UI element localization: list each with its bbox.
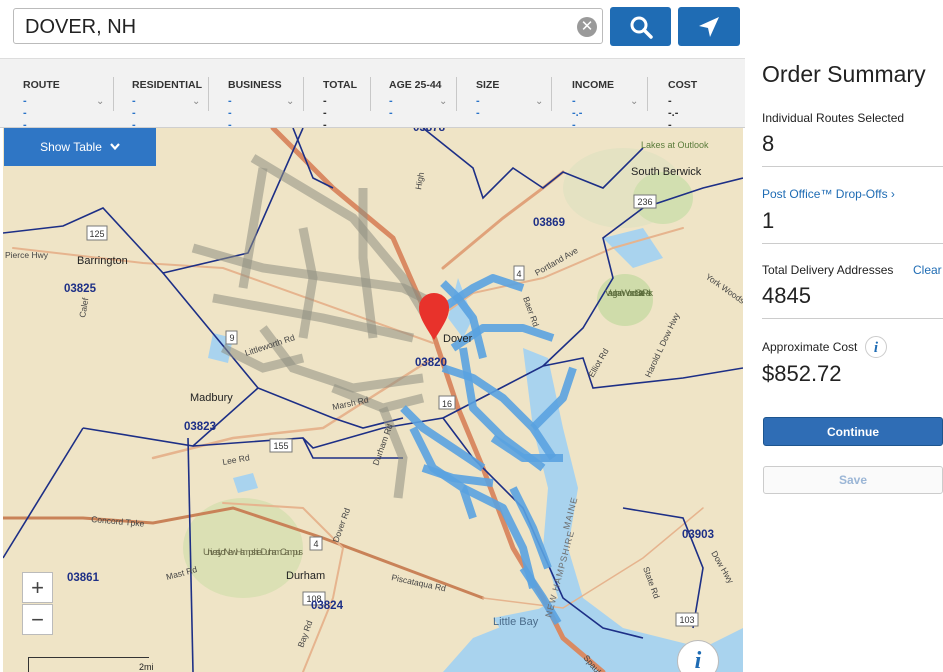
divider — [370, 77, 371, 111]
clear-search-icon[interactable]: ✕ — [577, 17, 597, 37]
zoom-out-button[interactable]: − — [22, 604, 53, 635]
map-view[interactable]: 125 4 9 16 155 4 108 236 103 South Berwi… — [3, 128, 743, 672]
filter-business-value: --- — [228, 95, 232, 131]
order-summary-panel: Order Summary Individual Routes Selected… — [745, 0, 943, 672]
routes-selected-value: 8 — [762, 131, 775, 156]
delivery-addresses-label: Total Delivery Addresses — [762, 263, 894, 277]
route-shield-label: 125 — [89, 229, 104, 239]
chevron-down-icon: ⌄ — [192, 96, 201, 107]
route-shield-label: 103 — [679, 615, 694, 625]
filter-income-value: --.-- — [572, 95, 583, 131]
zip-label: 03823 — [184, 421, 216, 433]
route-shield-label: 155 — [273, 441, 288, 451]
order-summary-title: Order Summary — [762, 61, 926, 87]
locate-me-button[interactable] — [678, 7, 740, 46]
filter-age-value: -- — [389, 95, 393, 119]
chevron-down-icon — [110, 143, 120, 151]
filter-bar: ROUTE --- ⌄ RESIDENTIAL --- ⌄ BUSINESS -… — [0, 58, 745, 131]
divider — [762, 318, 943, 319]
zip-label: 03878 — [413, 128, 446, 134]
filter-size-value: -- — [476, 95, 480, 119]
filter-cost-label: COST — [668, 79, 698, 91]
filter-size-label: SIZE — [476, 79, 500, 91]
place-label: Little Bay — [493, 616, 539, 628]
divider — [208, 77, 209, 111]
post-office-dropoffs-value: 1 — [762, 208, 775, 233]
place-label: Madbury — [190, 392, 233, 404]
place-label: Lakes at Outlook — [641, 140, 709, 150]
scale-bar: 2mi — [28, 657, 154, 672]
place-label: Durham — [286, 570, 325, 582]
place-label: Vaughan Woods State Park — [605, 288, 653, 299]
clear-link[interactable]: Clear — [913, 263, 942, 277]
location-arrow-icon — [699, 16, 719, 37]
route-shield-label: 4 — [516, 269, 521, 279]
zip-label: 03903 — [682, 529, 714, 541]
delivery-addresses-value: 4845 — [762, 283, 811, 308]
filter-route-label: ROUTE — [23, 79, 60, 91]
divider — [647, 77, 648, 111]
divider — [113, 77, 114, 111]
filter-age-label: AGE 25-44 — [389, 79, 442, 91]
continue-button[interactable]: Continue — [763, 417, 943, 446]
search-bar: ✕ — [0, 0, 745, 58]
route-shield-label: 236 — [637, 197, 652, 207]
approximate-cost-label: Approximate Cost — [762, 340, 858, 354]
zip-label: 03820 — [415, 357, 447, 369]
scale-label: 2mi — [139, 662, 154, 672]
map-panel: ✕ ROUTE --- ⌄ RESIDENTIAL --- ⌄ BUSI — [0, 0, 745, 672]
divider — [551, 77, 552, 111]
divider — [762, 166, 943, 167]
approximate-cost-value: $852.72 — [762, 361, 842, 386]
search-icon — [630, 16, 653, 39]
save-button[interactable]: Save — [763, 466, 943, 494]
route-shield-label: 9 — [229, 333, 234, 343]
chevron-down-icon: ⌄ — [630, 96, 639, 107]
cost-info-icon[interactable]: i — [865, 336, 887, 358]
routes-selected-label: Individual Routes Selected — [762, 111, 905, 125]
route-shield-label: 16 — [442, 399, 452, 409]
chevron-down-icon: ⌄ — [535, 96, 544, 107]
divider — [762, 243, 943, 244]
route-shield-label: 4 — [313, 539, 318, 549]
place-label: South Berwick — [631, 166, 702, 178]
info-icon: i — [694, 648, 702, 672]
plus-icon: + — [31, 575, 44, 600]
chevron-down-icon: ⌄ — [96, 96, 105, 107]
zip-label: 03869 — [533, 217, 565, 229]
filter-total-value: --- — [323, 95, 327, 131]
filter-residential-label: RESIDENTIAL — [132, 79, 203, 91]
filter-income-label: INCOME — [572, 79, 614, 91]
search-input[interactable] — [23, 13, 567, 41]
zip-label: 03861 — [67, 572, 100, 584]
show-table-button[interactable]: Show Table — [4, 128, 156, 166]
divider — [303, 77, 304, 111]
minus-icon: − — [31, 607, 44, 632]
zoom-in-button[interactable]: + — [22, 572, 53, 603]
divider — [456, 77, 457, 111]
zip-label: 03825 — [64, 283, 97, 295]
road-label: Pierce Hwy — [5, 250, 49, 260]
map-canvas[interactable]: 125 4 9 16 155 4 108 236 103 South Berwi… — [3, 128, 743, 672]
post-office-dropoffs-link[interactable]: Post Office™ Drop-Offs › — [762, 187, 895, 201]
show-table-label: Show Table — [40, 140, 102, 154]
search-box[interactable]: ✕ — [13, 8, 603, 44]
filter-cost-value: --.-- — [668, 95, 679, 131]
place-label: University of New Hampshire - Durham Cam… — [203, 547, 303, 558]
place-label: Dover — [443, 333, 473, 345]
zip-label: 03824 — [311, 600, 344, 612]
filter-total-label: TOTAL — [323, 79, 358, 91]
filter-route-value: --- — [23, 95, 27, 131]
place-label: Barrington — [77, 255, 128, 267]
filter-residential-value: --- — [132, 95, 136, 131]
chevron-down-icon: ⌄ — [286, 96, 295, 107]
filter-business-label: BUSINESS — [228, 79, 282, 91]
search-button[interactable] — [610, 7, 671, 46]
chevron-down-icon: ⌄ — [439, 96, 448, 107]
